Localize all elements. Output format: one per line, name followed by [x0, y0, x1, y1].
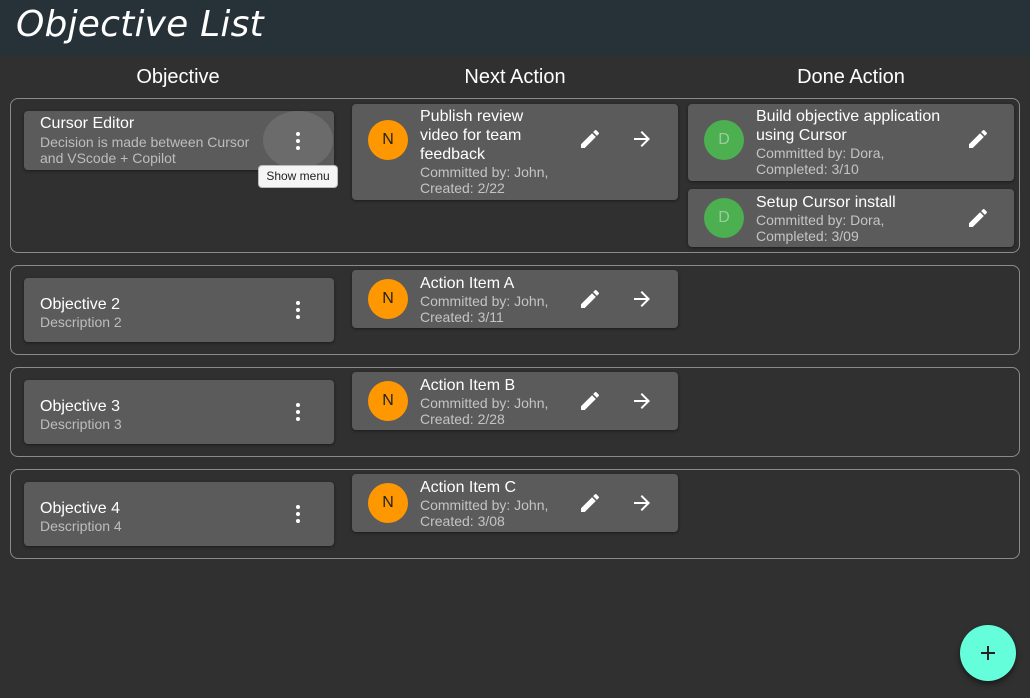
column-header-objective: Objective: [136, 66, 220, 88]
more-vert-icon[interactable]: [290, 400, 306, 424]
pencil-icon[interactable]: [578, 287, 602, 311]
next-action-meta: Committed by: John, Created: 2/28: [420, 395, 549, 427]
done-action-card[interactable]: D Setup Cursor install Committed by: Dor…: [688, 189, 1014, 247]
plus-icon: [981, 646, 995, 660]
objective-card[interactable]: Objective 3 Description 3: [24, 380, 334, 444]
objective-description: Description 4: [40, 518, 122, 534]
arrow-right-icon[interactable]: [630, 491, 654, 515]
objective-card[interactable]: Objective 2 Description 2: [24, 278, 334, 342]
arrow-right-icon[interactable]: [630, 287, 654, 311]
column-header-next-action: Next Action: [464, 66, 566, 88]
objective-title: Objective 2: [40, 296, 121, 313]
add-objective-button[interactable]: [960, 625, 1016, 681]
show-menu-tooltip: Show menu: [258, 165, 338, 188]
column-header-done-action: Done Action: [797, 66, 905, 88]
pencil-icon[interactable]: [966, 127, 990, 151]
done-action-card[interactable]: D Build objective application using Curs…: [688, 104, 1014, 181]
arrow-right-icon[interactable]: [630, 389, 654, 413]
avatar: N: [368, 381, 408, 421]
objective-card[interactable]: Objective 4 Description 4: [24, 482, 334, 546]
avatar: N: [368, 279, 408, 319]
app-bar: Objective List: [0, 0, 1030, 56]
next-action-title: Publish review video for team feedback: [420, 108, 524, 163]
objective-card[interactable]: Cursor Editor Decision is made between C…: [24, 111, 334, 170]
avatar: N: [368, 120, 408, 160]
objective-description: Decision is made between Cursor and VSco…: [40, 134, 250, 166]
page-title: Objective List: [16, 4, 264, 45]
done-action-meta: Committed by: Dora, Completed: 3/09: [756, 212, 885, 244]
avatar: D: [704, 120, 744, 160]
objective-description: Description 2: [40, 314, 122, 330]
objective-title: Cursor Editor: [40, 115, 135, 132]
more-vert-icon[interactable]: [290, 502, 306, 526]
done-action-title: Build objective application using Cursor: [756, 108, 941, 144]
next-action-title: Action Item C: [420, 479, 517, 496]
avatar: D: [704, 198, 744, 238]
next-action-meta: Committed by: John, Created: 3/08: [420, 497, 549, 529]
next-action-title: Action Item A: [420, 275, 515, 292]
pencil-icon[interactable]: [578, 491, 602, 515]
next-action-title: Action Item B: [420, 377, 516, 394]
next-action-card[interactable]: N Action Item B Committed by: John, Crea…: [352, 372, 678, 430]
pencil-icon[interactable]: [966, 206, 990, 230]
next-action-card[interactable]: N Action Item A Committed by: John, Crea…: [352, 270, 678, 328]
next-action-meta: Committed by: John, Created: 3/11: [420, 293, 549, 325]
done-action-title: Setup Cursor install: [756, 194, 896, 211]
objective-title: Objective 4: [40, 500, 121, 517]
pencil-icon[interactable]: [578, 127, 602, 151]
arrow-right-icon[interactable]: [630, 127, 654, 151]
more-vert-icon[interactable]: [290, 298, 306, 322]
done-action-meta: Committed by: Dora, Completed: 3/10: [756, 145, 885, 177]
more-vert-icon[interactable]: [290, 129, 306, 153]
objective-title: Objective 3: [40, 398, 121, 415]
pencil-icon[interactable]: [578, 389, 602, 413]
next-action-card[interactable]: N Action Item C Committed by: John, Crea…: [352, 474, 678, 532]
next-action-card[interactable]: N Publish review video for team feedback…: [352, 104, 678, 200]
objective-description: Description 3: [40, 416, 122, 432]
next-action-meta: Committed by: John, Created: 2/22: [420, 164, 549, 196]
avatar: N: [368, 483, 408, 523]
